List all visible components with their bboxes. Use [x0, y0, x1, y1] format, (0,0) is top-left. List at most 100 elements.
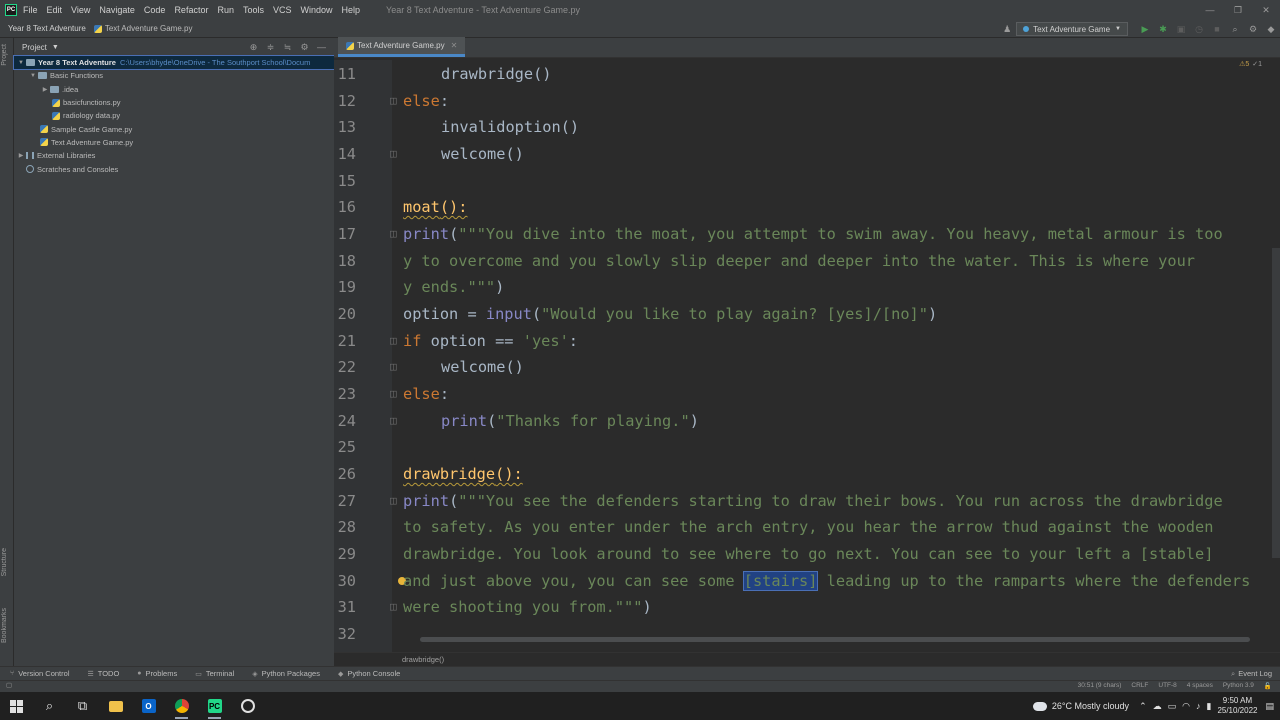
chevron-right-icon[interactable]: ▶ — [16, 152, 26, 159]
jetbrains-icon[interactable]: ◆ — [1262, 24, 1280, 35]
horizontal-scrollbar[interactable] — [420, 637, 1250, 642]
structure-tool-tab[interactable]: Structure — [1, 548, 8, 576]
tree-item-scratches[interactable]: Scratches and Consoles — [14, 162, 334, 175]
notifications-icon[interactable]: ▤ — [1265, 701, 1274, 712]
stop-icon[interactable]: ■ — [1208, 24, 1226, 34]
chevron-down-icon[interactable]: ▼ — [52, 44, 59, 51]
chevron-down-icon[interactable]: ▼ — [28, 73, 38, 79]
project-panel-title[interactable]: Project — [22, 43, 47, 52]
bookmarks-tool-tab[interactable]: Bookmarks — [1, 608, 8, 643]
tree-item-sample-castle[interactable]: Sample Castle Game.py — [14, 122, 334, 135]
clock[interactable]: 9:50 AM 25/10/2022 — [1217, 696, 1257, 716]
menu-navigate[interactable]: Navigate — [99, 5, 135, 15]
expand-all-icon[interactable]: ≑ — [262, 42, 279, 53]
fold-icon[interactable]: ◫ — [390, 328, 397, 355]
user-icon[interactable]: ♟ — [998, 24, 1016, 35]
tab-text-adventure-game[interactable]: Text Adventure Game.py ✕ — [338, 37, 466, 57]
tree-item-radiology[interactable]: radiology data.py — [14, 109, 334, 122]
display-icon[interactable]: ▭ — [1168, 701, 1177, 712]
weather-text[interactable]: 26°C Mostly cloudy — [1052, 701, 1129, 711]
gear-icon[interactable]: ⚙ — [296, 42, 313, 53]
wifi-icon[interactable]: ◠ — [1182, 701, 1190, 712]
debug-icon[interactable]: ✱ — [1154, 24, 1172, 35]
tree-item-external-libraries[interactable]: ▶ External Libraries — [14, 149, 334, 162]
indent-setting[interactable]: 4 spaces — [1187, 682, 1213, 690]
locate-icon[interactable]: ⊕ — [245, 42, 262, 53]
fold-icon[interactable]: ◫ — [390, 221, 397, 248]
fold-icon[interactable]: ◫ — [390, 354, 397, 381]
profile-icon[interactable]: ◷ — [1190, 24, 1208, 35]
menu-code[interactable]: Code — [144, 5, 166, 15]
hide-icon[interactable]: — — [313, 42, 330, 52]
status-square-icon[interactable]: ▢ — [6, 681, 12, 689]
fold-icon[interactable]: ◫ — [390, 88, 397, 115]
project-tool-tab[interactable]: Project — [1, 44, 8, 66]
menu-run[interactable]: Run — [217, 5, 234, 15]
menu-view[interactable]: View — [71, 5, 90, 15]
fold-icon[interactable]: ◫ — [390, 381, 397, 408]
nav-project-crumb[interactable]: Year 8 Text Adventure — [8, 24, 86, 33]
menu-help[interactable]: Help — [342, 5, 361, 15]
fold-icon[interactable]: ◫ — [390, 488, 397, 515]
battery-icon[interactable]: ▮ — [1206, 701, 1211, 712]
tree-item-basicfunctions[interactable]: basicfunctions.py — [14, 96, 334, 109]
fold-icon[interactable]: ◫ — [390, 594, 397, 621]
onedrive-icon[interactable]: ☁ — [1153, 701, 1162, 712]
coverage-icon[interactable]: ▣ — [1172, 24, 1190, 35]
tool-python-packages[interactable]: ◈ Python Packages — [252, 669, 320, 678]
python-interpreter[interactable]: Python 3.9 — [1223, 682, 1254, 690]
collapse-all-icon[interactable]: ≒ — [279, 42, 296, 53]
event-log-button[interactable]: ⌕ Event Log — [1231, 669, 1272, 679]
file-explorer-icon[interactable] — [99, 692, 132, 720]
code-breadcrumb[interactable]: drawbridge() — [334, 652, 1280, 666]
menu-refactor[interactable]: Refactor — [174, 5, 208, 15]
pycharm-taskbar-icon[interactable]: PC — [198, 692, 231, 720]
taskbar-search-icon[interactable]: ⌕ — [33, 692, 66, 720]
tool-todo[interactable]: ☰ TODO — [87, 669, 119, 678]
fold-icon[interactable]: ◫ — [390, 408, 397, 435]
menu-tools[interactable]: Tools — [243, 5, 264, 15]
chevron-down-icon[interactable]: ▼ — [16, 60, 26, 66]
tool-label: Terminal — [205, 669, 235, 678]
restore-button[interactable]: ❐ — [1224, 0, 1252, 20]
code-area[interactable]: 11 drawbridge() 12 ◫ else: 13 invalidoption(… — [334, 60, 1280, 660]
close-icon[interactable]: ✕ — [451, 41, 458, 50]
run-config-select[interactable]: Text Adventure Game ▼ — [1016, 22, 1128, 36]
gear-icon[interactable]: ⚙ — [1244, 24, 1262, 35]
task-view-icon[interactable]: ⧉ — [66, 692, 99, 720]
chrome-icon[interactable] — [165, 692, 198, 720]
tree-root[interactable]: ▼ Year 8 Text Adventure C:\Users\bhyde\One… — [13, 54, 335, 71]
tool-version-control[interactable]: ⑂ Version Control — [10, 669, 69, 678]
tree-item-text-adventure[interactable]: Text Adventure Game.py — [14, 136, 334, 149]
volume-icon[interactable]: ♪ — [1196, 701, 1201, 711]
outlook-icon[interactable]: O — [132, 692, 165, 720]
line-separator[interactable]: CRLF — [1131, 682, 1148, 690]
tool-python-console[interactable]: ◆ Python Console — [338, 669, 400, 678]
python-file-icon — [40, 138, 48, 147]
vertical-scrollbar[interactable] — [1272, 248, 1280, 558]
nav-file-crumb[interactable]: Text Adventure Game.py — [93, 24, 192, 33]
fold-icon[interactable]: ◫ — [390, 141, 397, 168]
code-line-23: else: — [403, 381, 449, 408]
obs-icon[interactable] — [231, 692, 264, 720]
file-encoding[interactable]: UTF-8 — [1158, 682, 1176, 690]
menu-window[interactable]: Window — [301, 5, 333, 15]
menu-file[interactable]: File — [23, 5, 38, 15]
chevron-right-icon[interactable]: ▶ — [40, 86, 50, 93]
search-icon[interactable]: ⌕ — [1226, 24, 1244, 35]
menu-edit[interactable]: Edit — [47, 5, 63, 15]
builtin-input: input — [485, 305, 532, 323]
tool-terminal[interactable]: ▭ Terminal — [195, 669, 234, 678]
tree-item-idea[interactable]: ▶ .idea — [14, 83, 334, 96]
close-window-button[interactable]: ✕ — [1252, 0, 1280, 20]
run-icon[interactable]: ▶ — [1136, 24, 1154, 35]
menu-vcs[interactable]: VCS — [273, 5, 292, 15]
lock-icon[interactable]: 🔓 — [1264, 682, 1272, 690]
tool-problems[interactable]: ● Problems — [137, 669, 177, 678]
chevron-up-icon[interactable]: ⌃ — [1139, 701, 1147, 712]
project-panel-tools: ⊕ ≑ ≒ ⚙ — — [245, 38, 330, 56]
start-button[interactable] — [0, 692, 33, 720]
minimize-button[interactable]: — — [1196, 0, 1224, 20]
tree-item-basic-functions[interactable]: ▼ Basic Functions — [14, 69, 334, 82]
caret-position[interactable]: 30:51 (9 chars) — [1078, 682, 1122, 690]
